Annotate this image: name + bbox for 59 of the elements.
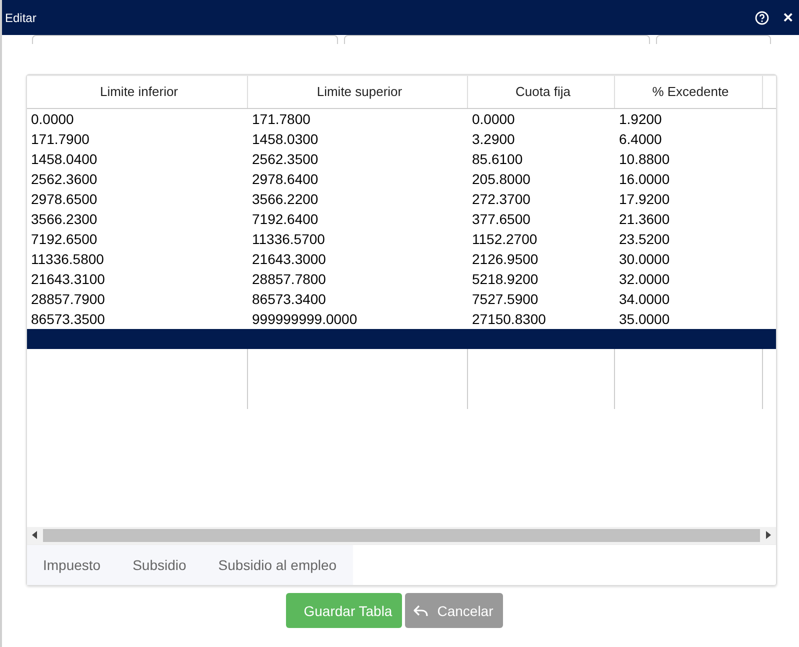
reply-arrow-icon [413,604,430,618]
table-cell-text: 2978.6500 [30,190,98,209]
table-cell-text: 2562.3500 [251,150,320,169]
table-cell-text: 34.0000 [618,290,671,309]
scroll-right-icon[interactable] [765,530,771,538]
table-cell-text: 21643.3100 [30,270,106,289]
table-cell-text: 1458.0300 [251,130,320,149]
table-cell-text: 0.0000 [471,110,516,129]
table-cell-text: 2126.9500 [471,250,540,269]
table-cell-text: 171.7800 [251,110,312,129]
table-cell-text: 377.6500 [471,210,532,229]
table-cell-text: 10.8800 [618,150,671,169]
column-header[interactable]: Cuota fija [468,76,615,108]
table-cell-text: 5218.9200 [471,270,540,289]
column-header[interactable]: Limite superior [248,76,468,108]
table-cell-text: 30.0000 [618,250,671,269]
table-cell-text: 2978.6400 [251,170,320,189]
table-cell-text: 7192.6500 [30,230,98,249]
window-title: Editar [5,10,38,24]
table-cell-text: 171.7900 [30,130,90,149]
table-cell-text: 3566.2300 [30,210,98,229]
tab[interactable]: Subsidio al empleo [202,545,353,585]
table-cell-text: 3.2900 [471,130,516,149]
table-cell-text: 1152.2700 [471,230,538,249]
table-cell-text: 28857.7900 [30,290,106,309]
column-header[interactable]: Limite inferior [27,76,248,108]
table-cell-text: 11336.5700 [251,230,326,249]
table-cell-text: 35.0000 [618,310,671,329]
table-cell-text: 2562.3600 [30,170,98,189]
table-cell-text: 85.6100 [471,150,524,169]
close-button[interactable]: × [783,9,793,26]
horizontal-scrollbar[interactable] [27,527,776,544]
table-cell-text: 32.0000 [618,270,671,289]
table-cell-text: 7192.6400 [251,210,320,229]
table-cell-text: 0.0000 [30,110,75,129]
table-cell-text: 86573.3500 [30,310,106,329]
table-cell-text: 16.0000 [618,170,671,189]
table-cell-text: 7527.5900 [471,290,540,309]
table-cell-text: 27150.8300 [471,310,547,329]
table-cell-text: 21.3600 [618,210,671,229]
selected-row[interactable] [27,329,776,349]
tab[interactable]: Subsidio [116,545,202,585]
table-cell-text: 999999999.0000 [251,310,358,329]
table-cell-text: 17.9200 [618,190,671,209]
table-cell-text: 3566.2200 [251,190,320,209]
table-cell-text: 6.4000 [618,130,663,149]
scroll-left-icon[interactable] [32,530,38,538]
table-cell-text: 11336.5800 [30,250,105,269]
table-cell-text: 21643.3000 [251,250,327,269]
column-header[interactable]: % Excedente [615,76,763,108]
table-cell-text: 205.8000 [471,170,532,189]
table-cell-text: 23.5200 [618,230,671,249]
table-cell-text: 272.3700 [471,190,532,209]
help-icon[interactable] [755,10,770,24]
table-cell-text: 28857.7800 [251,270,327,289]
tab[interactable]: Impuesto [27,545,117,585]
table-cell-text: 1.9200 [618,110,663,129]
table-cell-text: 1458.0400 [30,150,98,169]
table-cell-text: 86573.3400 [251,290,327,309]
